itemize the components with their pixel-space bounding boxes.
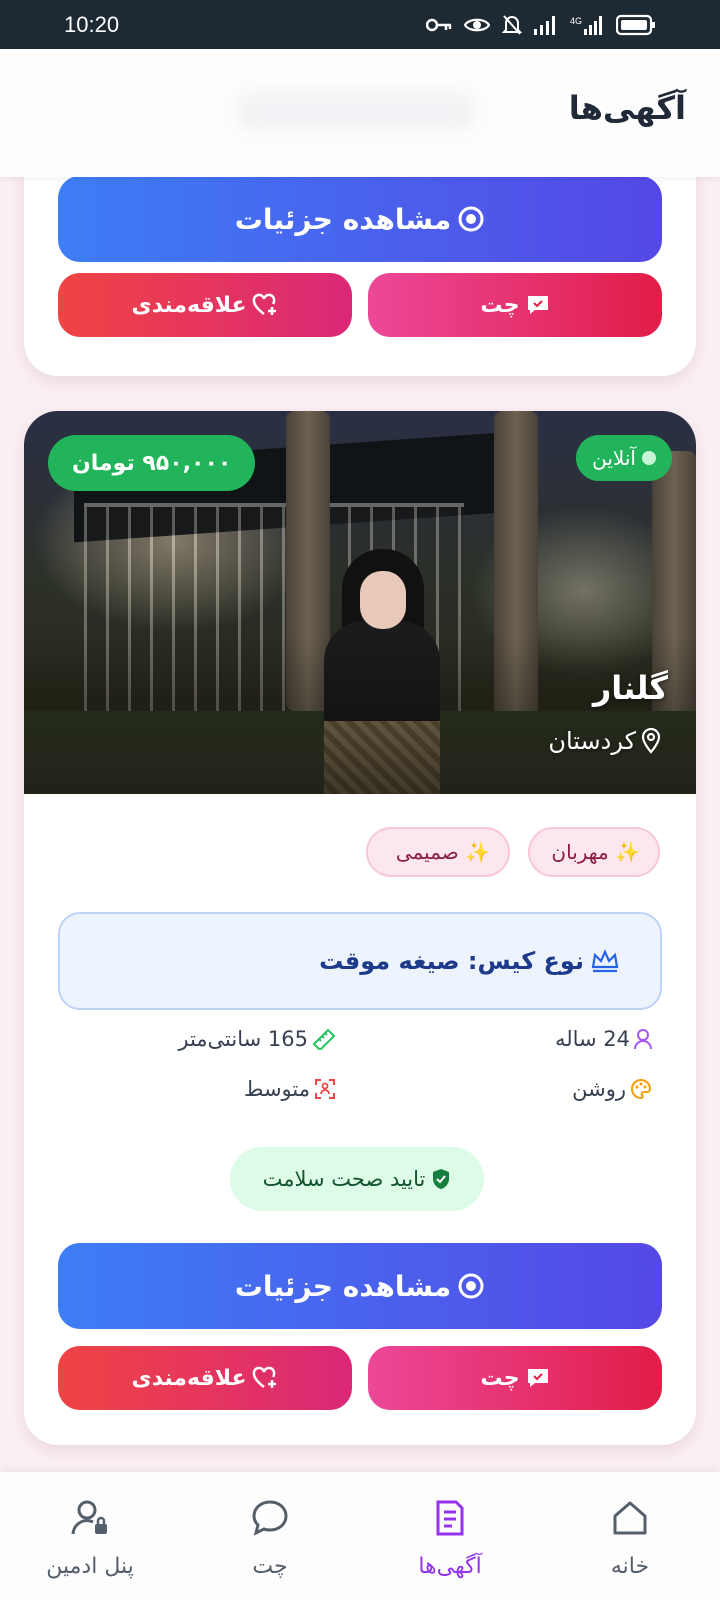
photo-person-face	[360, 571, 406, 629]
heart-plus-icon	[253, 1366, 277, 1389]
nav-item-listings[interactable]: آگهی‌ها	[365, 1472, 535, 1600]
page-title: آگهی‌ها	[568, 89, 686, 127]
info-skin: روشن	[572, 1077, 652, 1101]
listing-photo[interactable]: ۹۵۰,۰۰۰ تومان آنلاین گلنار کردستان	[24, 411, 696, 794]
status-time: 10:20	[64, 11, 120, 37]
nav-item-home[interactable]: خانه	[545, 1472, 715, 1600]
case-type-label: نوع کیس: صیغه موقت	[319, 947, 584, 975]
trait-tag: ✨ مهربان	[528, 827, 660, 877]
eye-icon	[458, 206, 484, 232]
status-icons: 4G	[426, 14, 656, 36]
user-icon	[634, 1029, 652, 1050]
svg-text:4G: 4G	[570, 16, 582, 26]
health-verified-badge: تایید صحت سلامت	[230, 1147, 484, 1211]
chat-icon	[252, 1500, 288, 1536]
battery-icon	[616, 14, 655, 35]
chat-label: چت	[480, 292, 520, 318]
info-body: متوسط	[244, 1077, 336, 1101]
nav-item-admin-panel[interactable]: پنل ادمین	[5, 1472, 175, 1600]
favorite-button[interactable]: علاقه‌مندی	[58, 273, 352, 337]
eye-icon	[458, 1273, 484, 1299]
ruler-icon	[312, 1028, 336, 1050]
listing-name: گلنار	[592, 669, 668, 707]
palette-icon	[631, 1078, 652, 1100]
chat-button[interactable]: چت	[368, 1346, 662, 1410]
heart-plus-icon	[253, 293, 277, 316]
favorite-label: علاقه‌مندی	[131, 1365, 247, 1391]
view-details-button[interactable]: مشاهده جزئیات	[58, 1243, 662, 1329]
online-dot-icon	[642, 451, 656, 465]
chat-bubble-icon	[527, 296, 548, 314]
chat-bubble-icon	[527, 1369, 548, 1387]
app-header: آگهی‌ها	[0, 49, 720, 177]
key-icon	[426, 18, 452, 31]
nav-label: آگهی‌ها	[418, 1554, 482, 1579]
listing-card: ۹۵۰,۰۰۰ تومان آنلاین گلنار کردستان ✨ مهر…	[24, 411, 696, 1445]
admin-user-icon	[71, 1500, 107, 1535]
health-label: تایید صحت سلامت	[262, 1167, 426, 1191]
chat-button[interactable]: چت	[368, 273, 662, 337]
crown-icon	[591, 949, 619, 973]
favorite-button[interactable]: علاقه‌مندی	[58, 1346, 352, 1410]
case-type-box: نوع کیس: صیغه موقت	[58, 912, 662, 1010]
location-pin-icon	[641, 728, 661, 754]
shield-check-icon	[433, 1169, 450, 1189]
nav-item-chat[interactable]: چت	[185, 1472, 355, 1600]
age-value: 24 ساله	[554, 1027, 630, 1051]
online-badge: آنلاین	[576, 435, 672, 481]
signal-icon	[534, 15, 555, 35]
nav-label: پنل ادمین	[46, 1554, 134, 1579]
eye-icon	[464, 18, 490, 31]
status-bar: 10:20 4G	[0, 0, 720, 49]
info-age: 24 ساله	[555, 1027, 652, 1051]
photo-shade	[24, 634, 696, 794]
nav-label: خانه	[610, 1554, 650, 1579]
favorite-label: علاقه‌مندی	[131, 292, 247, 318]
body-value: متوسط	[244, 1077, 310, 1101]
body-scan-icon	[315, 1079, 335, 1099]
signal-4g-icon: 4G	[570, 15, 602, 35]
view-details-label: مشاهده جزئیات	[234, 1269, 452, 1303]
nav-label: چت	[252, 1554, 288, 1579]
listings-icon	[436, 1500, 464, 1536]
view-details-label: مشاهده جزئیات	[234, 202, 452, 236]
height-value: 165 سانتی‌متر	[178, 1027, 308, 1051]
online-label: آنلاین	[592, 446, 636, 470]
home-icon	[613, 1501, 647, 1535]
price-badge: ۹۵۰,۰۰۰ تومان	[48, 435, 256, 491]
bottom-nav: پنل ادمین چت آگهی‌ها خانه	[0, 1472, 720, 1600]
listing-location: کردستان	[548, 727, 662, 755]
trait-tag: ✨ صمیمی	[366, 827, 510, 877]
info-height: 165 سانتی‌متر	[178, 1027, 336, 1051]
skin-value: روشن	[572, 1077, 626, 1101]
view-details-button[interactable]: مشاهده جزئیات	[58, 176, 662, 262]
header-blurred-area	[236, 91, 476, 131]
location-label: کردستان	[548, 727, 636, 755]
mute-bell-icon	[502, 14, 522, 35]
chat-label: چت	[480, 1365, 520, 1391]
